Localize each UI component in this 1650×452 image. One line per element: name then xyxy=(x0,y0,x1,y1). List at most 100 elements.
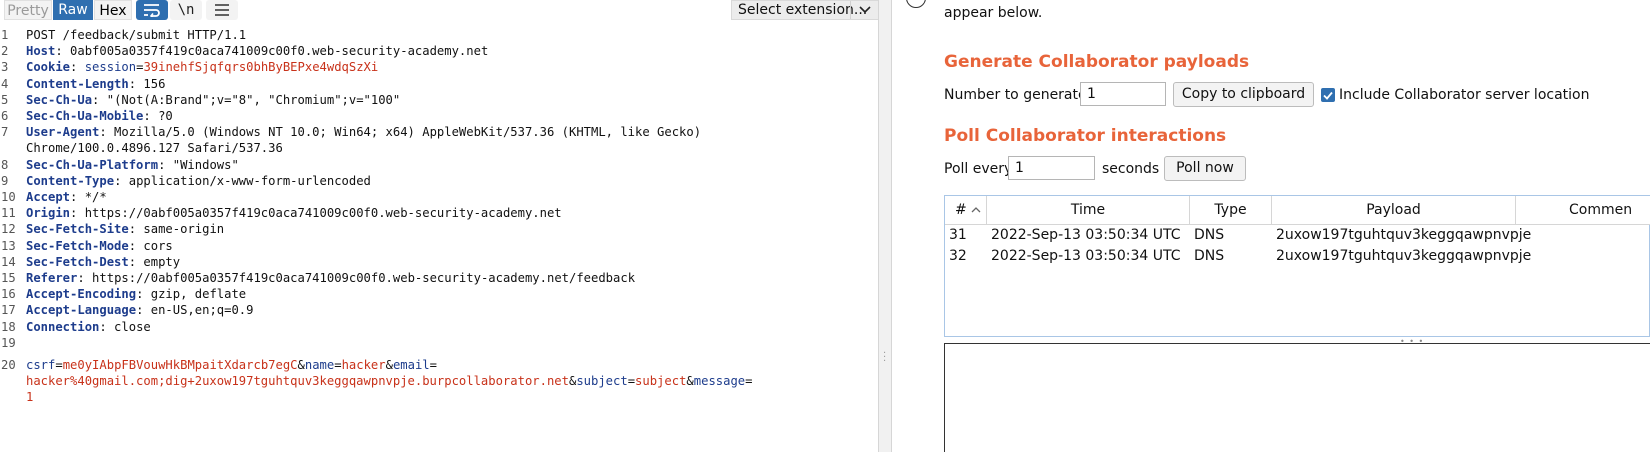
panel-splitter[interactable]: · · · xyxy=(878,0,892,452)
header-name: Sec-Fetch-Site xyxy=(26,222,129,237)
header-value: https://0abf005a0357f419c0aca741009c00f0… xyxy=(77,206,562,221)
header-name: Sec-Fetch-Dest xyxy=(26,254,129,269)
row-time: 2022-Sep-13 03:50:34 UTC xyxy=(991,248,1181,264)
line-number: 20 xyxy=(1,358,16,372)
column-header-number[interactable]: # xyxy=(945,196,987,224)
table-row[interactable]: 31 2022-Sep-13 03:50:34 UTC DNS 2uxow197… xyxy=(945,225,1650,246)
param-name: csrf xyxy=(26,358,56,372)
header-value: empty xyxy=(136,254,181,269)
word-wrap-button[interactable] xyxy=(136,0,168,20)
include-server-location-checkbox[interactable] xyxy=(1321,88,1335,102)
param-value: 1 xyxy=(26,390,34,405)
poll-every-label: Poll every xyxy=(944,161,1013,177)
line-number: 3 xyxy=(1,60,9,75)
header-name: Sec-Fetch-Mode xyxy=(26,238,129,253)
header-value: Mozilla/5.0 (Windows NT 10.0; Win64; x64… xyxy=(106,125,702,140)
code-line: 20 csrf=me0yIAbpFBVouwHkBMpaitXdarcb7egC&… xyxy=(1,358,437,372)
line-number: 10 xyxy=(1,190,16,204)
header-name: Sec-Ch-Ua-Platform xyxy=(26,157,159,172)
column-header-payload[interactable]: Payload xyxy=(1272,196,1516,224)
select-extension-label: Select extension... xyxy=(738,2,868,18)
code-line: 7 User-Agent: Mozilla/5.0 (Windows NT 10.… xyxy=(1,125,702,140)
header-name: Accept-Language xyxy=(26,303,137,318)
pretty-tab[interactable]: Pretty xyxy=(4,0,52,20)
line-number: 1 xyxy=(1,28,9,42)
param-name: name xyxy=(304,358,335,372)
header-name: Sec-Ch-Ua xyxy=(26,92,93,107)
hamburger-icon xyxy=(215,4,229,16)
code-line: 15 Referer: https://0abf005a0357f419c0aca… xyxy=(1,271,636,285)
header-value: 156 xyxy=(136,76,166,91)
code-line: 10 Accept: */* xyxy=(1,190,107,204)
request-editor-panel: Pretty Raw Hex \n Select extension... 1 P… xyxy=(0,0,879,452)
code-line: 11 Origin: https://0abf005a0357f419c0aca7… xyxy=(1,206,562,221)
checkmark-icon xyxy=(1323,91,1333,100)
code-line: 18 Connection: close xyxy=(1,319,151,334)
raw-tab[interactable]: Raw xyxy=(53,0,93,20)
line-number: 4 xyxy=(1,76,9,91)
row-time: 2022-Sep-13 03:50:34 UTC xyxy=(991,227,1181,243)
header-name: Content-Type xyxy=(26,173,115,188)
menu-button[interactable] xyxy=(206,0,238,20)
column-header-comment[interactable]: Commen xyxy=(1516,196,1650,224)
param-name: email xyxy=(392,358,430,372)
header-value: 0abf005a0357f419c0aca741009c00f0.web-sec… xyxy=(62,44,489,59)
param-value: me0yIAbpFBVouwHkBMpaitXdarcb7egC xyxy=(62,358,298,372)
param-name: message xyxy=(693,374,746,389)
line-number: 9 xyxy=(1,173,9,188)
line-number: 12 xyxy=(1,222,16,237)
code-line: 12 Sec-Fetch-Site: same-origin xyxy=(1,222,225,237)
line-number: 18 xyxy=(1,319,16,334)
header-name: Cookie xyxy=(26,60,71,75)
header-name: Origin xyxy=(26,206,71,221)
code-line-continuation: 1 xyxy=(0,389,878,406)
header-value: cors xyxy=(136,238,173,253)
code-line: 8 Sec-Ch-Ua-Platform: "Windows" xyxy=(1,157,239,172)
code-line: 2 Host: 0abf005a0357f419c0aca741009c00f0.… xyxy=(1,44,489,59)
code-line: 14 Sec-Fetch-Dest: empty xyxy=(1,254,181,269)
collaborator-panel: appear below. Generate Collaborator payl… xyxy=(892,0,1650,452)
header-value: */* xyxy=(77,190,107,204)
header-value: en-US,en;q=0.9 xyxy=(143,303,254,318)
word-wrap-icon xyxy=(144,4,160,17)
row-number: 32 xyxy=(949,248,967,264)
sort-ascending-icon xyxy=(971,207,981,213)
code-line-continuation: hacker%40gmail.com;dig+2uxow197tguhtquv3… xyxy=(26,374,753,389)
column-header-time[interactable]: Time xyxy=(987,196,1190,224)
poll-now-button[interactable]: Poll now xyxy=(1164,156,1246,181)
line-number: 7 xyxy=(1,125,9,140)
poll-interactions-heading: Poll Collaborator interactions xyxy=(944,126,1227,146)
header-value: "(Not(A:Brand";v="8", "Chromium";v="100" xyxy=(99,92,401,107)
header-name: Referer xyxy=(26,271,78,285)
interaction-detail-pane xyxy=(944,343,1650,452)
line-number: 5 xyxy=(1,92,9,107)
column-header-type[interactable]: Type xyxy=(1190,196,1272,224)
intro-text: appear below. xyxy=(944,5,1043,21)
table-row[interactable]: 32 2022-Sep-13 03:50:34 UTC DNS 2uxow197… xyxy=(945,246,1650,267)
header-value: application/x-www-form-urlencoded xyxy=(121,173,371,188)
code-line: 6 Sec-Ch-Ua-Mobile: ?0 xyxy=(1,109,173,123)
code-line: 16 Accept-Encoding: gzip, deflate xyxy=(1,287,247,302)
code-line: 1 POST /feedback/submit HTTP/1.1 xyxy=(0,27,878,44)
line-number: 19 xyxy=(1,335,16,350)
line-number: 6 xyxy=(1,109,9,123)
code-line: 4 Content-Length: 156 xyxy=(1,76,166,91)
request-line: POST /feedback/submit HTTP/1.1 xyxy=(26,28,247,42)
poll-interval-input[interactable]: 1 xyxy=(1008,156,1095,180)
code-line: 19 xyxy=(0,335,878,352)
copy-to-clipboard-button[interactable]: Copy to clipboard xyxy=(1173,82,1314,107)
hex-tab[interactable]: Hex xyxy=(94,0,132,20)
line-number: 13 xyxy=(1,238,16,253)
header-name: Accept-Encoding xyxy=(26,287,137,302)
header-value: same-origin xyxy=(136,222,225,237)
param-value: subject xyxy=(635,374,687,389)
table-header: # Time Type Payload Commen xyxy=(945,196,1650,225)
select-extension-dropdown[interactable]: Select extension... xyxy=(731,0,879,20)
line-number: 8 xyxy=(1,157,9,172)
line-number: 2 xyxy=(1,44,9,59)
show-newlines-button[interactable]: \n xyxy=(170,0,202,20)
code-line: 5 Sec-Ch-Ua: "(Not(A:Brand";v="8", "Chrom… xyxy=(1,92,401,107)
number-to-generate-input[interactable]: 1 xyxy=(1080,82,1166,106)
header-value: "Windows" xyxy=(165,157,239,172)
editor-toolbar: Pretty Raw Hex \n Select extension... xyxy=(0,0,879,23)
